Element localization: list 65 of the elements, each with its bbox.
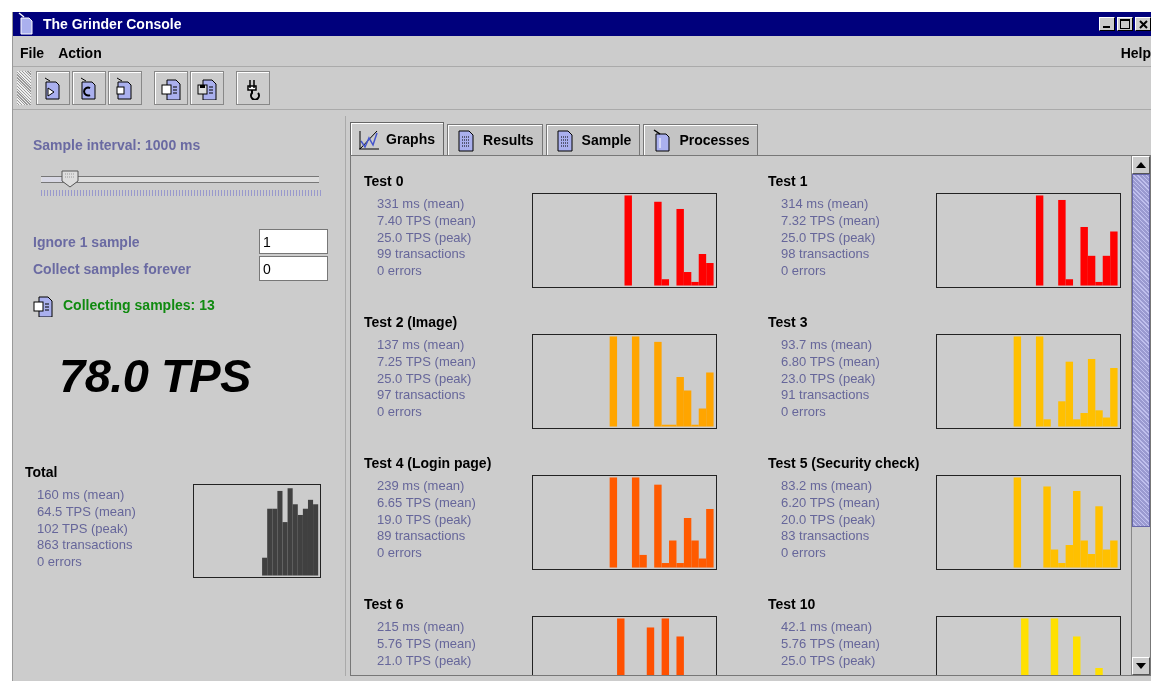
statistic-text: 7.40 TPS (mean) <box>377 212 477 230</box>
statistic-text: 6.65 TPS (mean) <box>377 494 477 512</box>
statistic-text: 83.2 ms (mean) <box>781 478 874 495</box>
statistic-text: 5.76 TPS (mean) <box>781 635 881 653</box>
tab[interactable]: Sample <box>545 124 641 155</box>
statistic-text: 25.0 TPS (peak) <box>377 229 473 247</box>
window-title: The Grinder Console <box>43 16 182 32</box>
statistic-text: 0 errors <box>781 263 827 280</box>
statistic-text: 6.20 TPS (mean) <box>781 494 881 512</box>
statistic-text: 25.0 TPS (peak) <box>781 652 877 670</box>
statistic-text: 64.5 TPS (mean) <box>37 503 137 521</box>
statistic-text: 5.76 TPS (mean) <box>377 635 477 653</box>
field-label: Collect samples forever <box>33 260 191 277</box>
statistic-text: 215 ms (mean) <box>377 619 466 636</box>
statistic-text: 91 transactions <box>781 387 871 405</box>
statistic-text: 25.0 TPS (peak) <box>377 370 473 388</box>
statistic-text: 0 errors <box>377 545 423 562</box>
tab[interactable]: Processes <box>643 124 759 155</box>
statistic-text: 0 errors <box>781 545 827 562</box>
statistic-text: 23.0 TPS (peak) <box>781 370 877 388</box>
statistic-text: 102 TPS (peak) <box>37 520 129 538</box>
statistic-text: 137 ms (mean) <box>377 337 466 354</box>
statistic-text: 19.0 TPS (peak) <box>377 511 473 529</box>
statistic-text: 42.1 ms (mean) <box>781 619 874 636</box>
menu-item[interactable]: File <box>20 44 45 61</box>
statistic-text: 0 errors <box>377 263 423 280</box>
test-title: Test 0 <box>364 173 405 191</box>
throughput-readout: 78.0 TPS <box>59 348 252 403</box>
test-title: Test 1 <box>768 173 809 191</box>
test-title: Test 6 <box>364 596 405 614</box>
number-field[interactable]: 1 <box>259 229 328 254</box>
statistic-text: 239 ms (mean) <box>377 478 466 495</box>
statistic-text: 863 transactions <box>37 537 134 555</box>
menu-item[interactable]: Action <box>58 44 102 61</box>
statistic-text: 83 transactions <box>781 528 871 546</box>
statistic-text: 99 transactions <box>377 246 467 264</box>
statistic-text: 331 ms (mean) <box>377 196 466 213</box>
statistic-text: 6.80 TPS (mean) <box>781 353 881 371</box>
statistic-text: 25.0 TPS (peak) <box>781 229 877 247</box>
statistic-text: 314 ms (mean) <box>781 196 870 213</box>
interval-label: Sample interval: 1000 ms <box>33 137 202 153</box>
test-title: Total <box>25 464 59 482</box>
statistic-text: 0 errors <box>377 404 423 421</box>
statistic-text: 97 transactions <box>377 387 467 405</box>
statistic-text: 93.7 ms (mean) <box>781 337 874 354</box>
number-field[interactable]: 0 <box>259 256 328 281</box>
test-title: Test 2 (Image) <box>364 314 459 332</box>
statistic-text: 21.0 TPS (peak) <box>377 652 473 670</box>
test-title: Test 4 (Login page) <box>364 455 493 473</box>
statistic-text: 0 errors <box>781 404 827 421</box>
statistic-text: 20.0 TPS (peak) <box>781 511 877 529</box>
tab[interactable]: Results <box>447 124 543 155</box>
statistic-text: 0 errors <box>37 554 83 571</box>
statistic-text: 160 ms (mean) <box>37 487 126 504</box>
field-label: Ignore 1 sample <box>33 233 140 250</box>
statistic-text: 7.32 TPS (mean) <box>781 212 881 230</box>
test-title: Test 10 <box>768 596 817 614</box>
statistic-text: 98 transactions <box>781 246 871 264</box>
menu-item[interactable]: Help <box>1120 44 1151 61</box>
test-title: Test 3 <box>768 314 809 332</box>
test-title: Test 5 (Security check) <box>768 455 921 473</box>
status-text: Collecting samples: 13 <box>63 297 215 313</box>
statistic-text: 89 transactions <box>377 528 467 546</box>
statistic-text: 7.25 TPS (mean) <box>377 353 477 371</box>
tab[interactable]: Graphs <box>350 122 444 155</box>
